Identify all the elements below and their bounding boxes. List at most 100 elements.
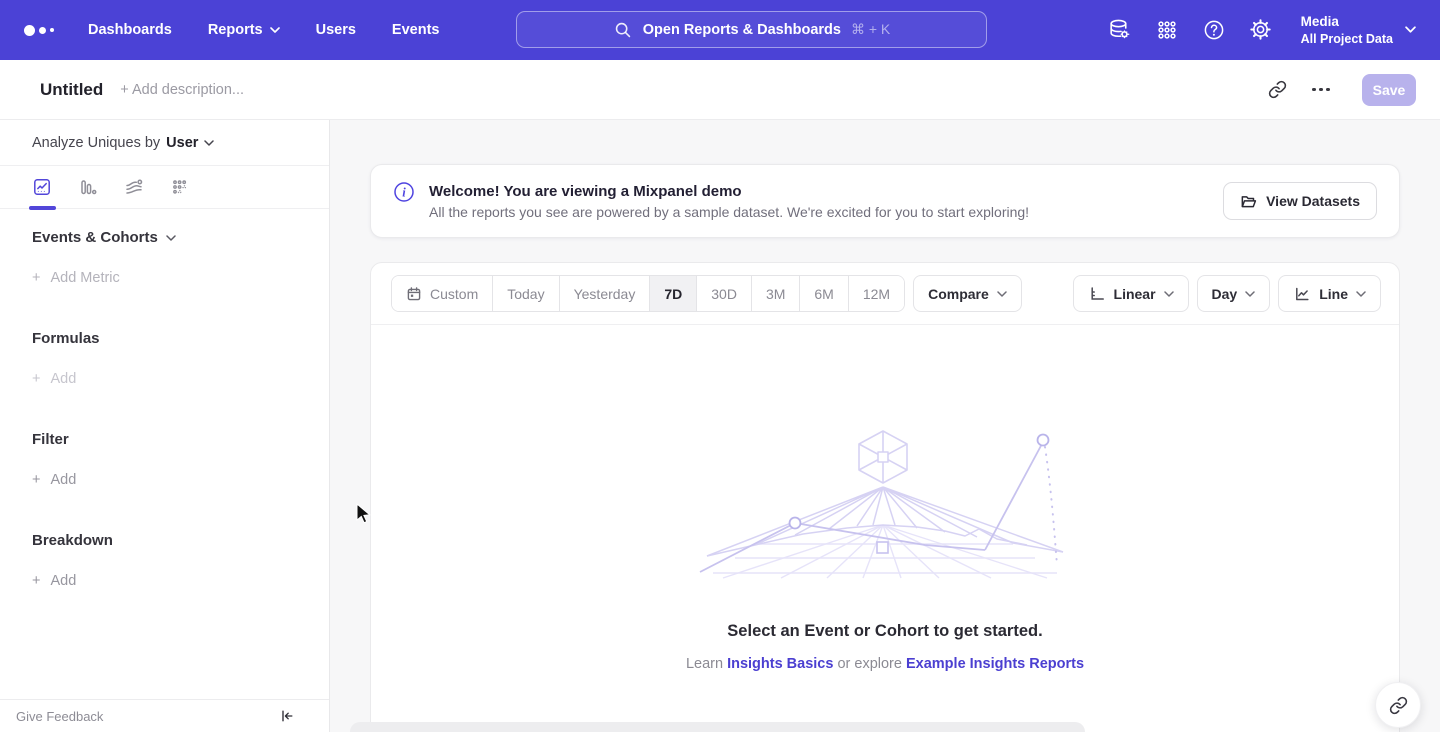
- chevron-down-icon: [204, 140, 214, 146]
- metric-type-tabs: [0, 166, 329, 209]
- help-icon[interactable]: [1201, 17, 1227, 43]
- range-12m[interactable]: 12M: [849, 276, 904, 311]
- range-7d[interactable]: 7D: [650, 276, 697, 311]
- settings-gear-icon[interactable]: [1248, 17, 1274, 43]
- collapse-sidebar-icon[interactable]: [279, 708, 295, 724]
- chevron-down-icon: [270, 27, 280, 33]
- plus-icon: +: [32, 573, 40, 589]
- project-scope: All Project Data: [1301, 31, 1393, 47]
- report-description-placeholder[interactable]: + Add description...: [120, 82, 244, 98]
- linear-axis-icon: [1088, 285, 1106, 303]
- learn-prefix: Learn: [686, 656, 723, 672]
- search-icon: [613, 20, 633, 40]
- link-icon: [1389, 696, 1408, 715]
- main-content: i Welcome! You are viewing a Mixpanel de…: [330, 120, 1440, 732]
- plus-icon: +: [32, 472, 40, 488]
- more-menu-icon[interactable]: [1304, 73, 1338, 107]
- nav-users-label: Users: [316, 22, 356, 38]
- demo-banner: i Welcome! You are viewing a Mixpanel de…: [370, 164, 1400, 238]
- nav-dashboards-label: Dashboards: [88, 22, 172, 38]
- tab-bar-chart[interactable]: [78, 166, 98, 209]
- copy-link-icon[interactable]: [1260, 73, 1294, 107]
- global-search[interactable]: Open Reports & Dashboards ⌘ + K: [516, 11, 987, 48]
- chevron-down-icon: [1405, 26, 1416, 33]
- give-feedback-link[interactable]: Give Feedback: [16, 709, 103, 724]
- chevron-down-icon: [1164, 291, 1174, 297]
- search-shortcut: ⌘ + K: [851, 21, 890, 38]
- plus-icon: +: [32, 371, 40, 387]
- save-button[interactable]: Save: [1362, 74, 1416, 106]
- insights-basics-link[interactable]: Insights Basics: [727, 656, 833, 672]
- analyze-value-dropdown[interactable]: User: [166, 135, 214, 151]
- breakdown-header: Breakdown: [32, 532, 297, 549]
- folder-icon: [1240, 193, 1257, 210]
- interval-dropdown[interactable]: Day: [1197, 275, 1271, 312]
- add-filter-button[interactable]: + Add: [32, 472, 297, 488]
- range-30d[interactable]: 30D: [697, 276, 752, 311]
- range-yesterday-label: Yesterday: [574, 286, 636, 302]
- view-datasets-button[interactable]: View Datasets: [1223, 182, 1377, 220]
- formulas-header: Formulas: [32, 330, 297, 347]
- chevron-down-icon: [997, 291, 1007, 297]
- empty-state-illustration: [695, 425, 1075, 580]
- add-formula-button[interactable]: + Add: [32, 371, 297, 387]
- bottom-section-peek: [350, 722, 1085, 732]
- mixpanel-logo[interactable]: [24, 25, 54, 36]
- insights-chart-card: Custom Today Yesterday 7D 30D 3M 6M 12M …: [370, 262, 1400, 732]
- view-datasets-label: View Datasets: [1266, 193, 1360, 209]
- line-chart-icon: [1293, 285, 1311, 303]
- range-custom[interactable]: Custom: [392, 276, 493, 311]
- calendar-icon: [406, 286, 422, 302]
- add-breakdown-button[interactable]: + Add: [32, 573, 297, 589]
- range-custom-label: Custom: [430, 286, 478, 302]
- range-6m[interactable]: 6M: [800, 276, 848, 311]
- range-3m-label: 3M: [766, 286, 785, 302]
- nav-dashboards[interactable]: Dashboards: [88, 22, 172, 38]
- nav-events[interactable]: Events: [392, 22, 440, 38]
- range-yesterday[interactable]: Yesterday: [560, 276, 651, 311]
- chart-type-label: Line: [1319, 286, 1348, 302]
- query-builder-sidebar: Analyze Uniques by User: [0, 120, 330, 732]
- banner-title: Welcome! You are viewing a Mixpanel demo: [429, 183, 1029, 200]
- data-management-icon[interactable]: [1107, 17, 1133, 43]
- events-cohorts-header[interactable]: Events & Cohorts: [32, 229, 297, 246]
- project-selector[interactable]: Media All Project Data: [1301, 13, 1416, 47]
- add-formula-label: Add: [50, 371, 76, 387]
- chart-type-dropdown[interactable]: Line: [1278, 275, 1381, 312]
- report-header: Untitled + Add description... Save: [0, 60, 1440, 120]
- sidebar-footer: Give Feedback: [0, 699, 329, 732]
- add-breakdown-label: Add: [50, 573, 76, 589]
- top-nav: Dashboards Reports Users Events Open Rep…: [0, 0, 1440, 60]
- info-icon: i: [393, 181, 415, 203]
- banner-body: All the reports you see are powered by a…: [429, 204, 1029, 220]
- scale-label: Linear: [1114, 286, 1156, 302]
- nav-users[interactable]: Users: [316, 22, 356, 38]
- analyze-value: User: [166, 135, 198, 151]
- tab-retention-grid[interactable]: [170, 166, 190, 209]
- analyze-row: Analyze Uniques by User: [0, 120, 329, 166]
- compare-dropdown[interactable]: Compare: [913, 275, 1022, 312]
- report-title[interactable]: Untitled: [40, 80, 103, 100]
- apps-grid-icon[interactable]: [1154, 17, 1180, 43]
- connector-text: or explore: [837, 656, 901, 672]
- tab-insights-chart[interactable]: [32, 166, 52, 209]
- empty-state-subtitle: Learn Insights Basics or explore Example…: [686, 656, 1084, 672]
- range-today-label: Today: [507, 286, 544, 302]
- add-metric-button[interactable]: + Add Metric: [32, 270, 297, 286]
- scale-dropdown[interactable]: Linear: [1073, 275, 1189, 312]
- example-reports-link[interactable]: Example Insights Reports: [906, 656, 1084, 672]
- tab-flow-chart[interactable]: [124, 166, 144, 209]
- share-link-fab[interactable]: [1375, 682, 1421, 728]
- date-range-segmented-control: Custom Today Yesterday 7D 30D 3M 6M 12M: [391, 275, 905, 312]
- nav-reports[interactable]: Reports: [208, 22, 280, 38]
- nav-right-cluster: Media All Project Data: [1107, 13, 1416, 47]
- primary-nav: Dashboards Reports Users Events: [88, 22, 439, 38]
- nav-reports-label: Reports: [208, 22, 263, 38]
- plus-icon: +: [32, 270, 40, 286]
- range-3m[interactable]: 3M: [752, 276, 800, 311]
- empty-state-title: Select an Event or Cohort to get started…: [727, 622, 1042, 641]
- range-today[interactable]: Today: [493, 276, 559, 311]
- empty-state: Select an Event or Cohort to get started…: [371, 325, 1399, 672]
- chevron-down-icon: [1245, 291, 1255, 297]
- nav-events-label: Events: [392, 22, 440, 38]
